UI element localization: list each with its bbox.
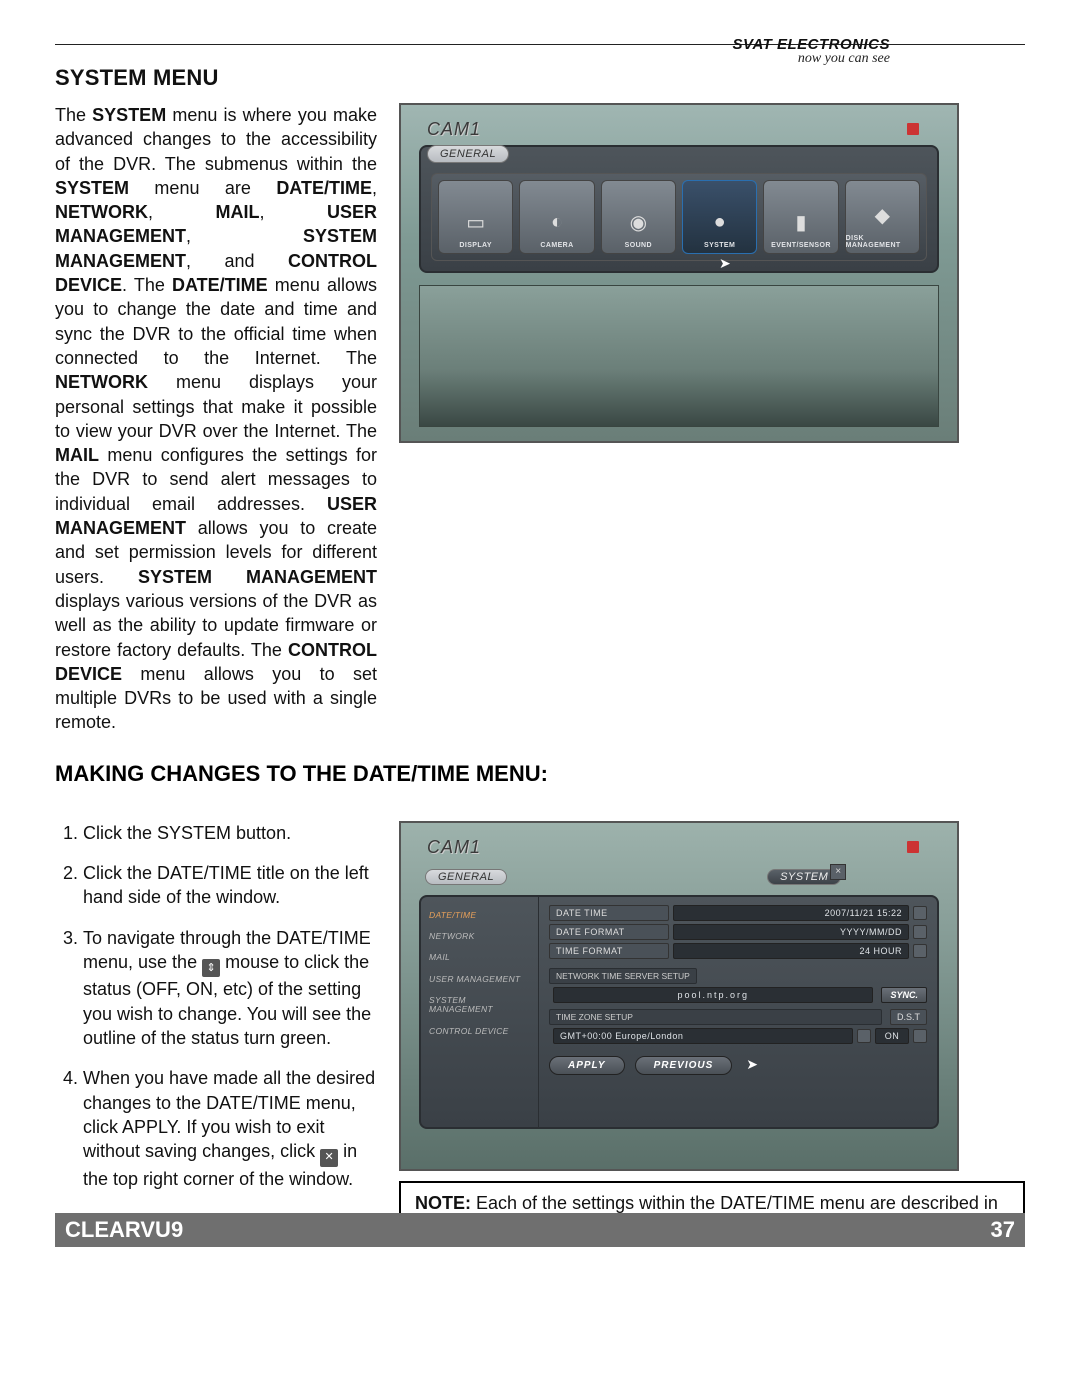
menu-icon-strip: ▭DISPLAY ◐CAMERA ◉SOUND ●SYSTEM ▮EVENT/S… <box>431 173 927 261</box>
side-item-datetime[interactable]: DATE/TIME <box>421 905 538 926</box>
camera-feed-background <box>419 285 939 427</box>
brand-tagline: now you can see <box>733 51 890 67</box>
side-item-system-mgmt[interactable]: SYSTEM MANAGEMENT <box>421 990 538 1021</box>
crumb-general[interactable]: GENERAL <box>425 869 507 885</box>
value-date-format[interactable]: YYYY/MM/DD <box>673 924 909 940</box>
menu-item-display[interactable]: ▭DISPLAY <box>438 180 513 254</box>
section-title-date-time: MAKING CHANGES TO THE DATE/TIME MENU: <box>55 761 1025 787</box>
menu-item-disk[interactable]: ◆DISK MANAGEMENT <box>845 180 920 254</box>
footer-page: 37 <box>991 1217 1015 1243</box>
steps-list: Click the SYSTEM button. Click the DATE/… <box>55 821 377 1191</box>
mouse-cursor-icon: ➤ <box>719 255 731 267</box>
screenshot-general-menu: CAM1 GENERAL ▭DISPLAY ◐CAMERA ◉SOUND ●SY… <box>399 103 1025 443</box>
header-ntp: NETWORK TIME SERVER SETUP <box>549 968 697 984</box>
row-date-time: Click the SYSTEM button. Click the DATE/… <box>55 821 1025 1247</box>
breadcrumb: GENERAL SYSTEM × <box>425 869 841 885</box>
header-timezone: TIME ZONE SETUP <box>549 1009 882 1025</box>
apply-button[interactable]: APPLY <box>549 1056 625 1075</box>
dvr-screen-2: CAM1 GENERAL SYSTEM × DATE/TIME NETWORK … <box>399 821 959 1171</box>
row-system-menu: The SYSTEM menu is where you make advanc… <box>55 103 1025 735</box>
recording-indicator-icon <box>907 123 919 135</box>
steps-column: Click the SYSTEM button. Click the DATE/… <box>55 821 377 1207</box>
dropdown-icon[interactable] <box>913 925 927 939</box>
camera-icon: ◐ <box>538 206 576 238</box>
dvr-screen-1: CAM1 GENERAL ▭DISPLAY ◐CAMERA ◉SOUND ●SY… <box>399 103 959 443</box>
step-4: When you have made all the desired chang… <box>83 1066 377 1191</box>
system-menu-paragraph: The SYSTEM menu is where you make advanc… <box>55 103 377 735</box>
menu-item-sound[interactable]: ◉SOUND <box>601 180 676 254</box>
close-icon: ✕ <box>320 1149 338 1167</box>
camera-label-2: CAM1 <box>427 837 481 858</box>
label-time-format: TIME FORMAT <box>549 943 669 959</box>
step-1: Click the SYSTEM button. <box>83 821 377 845</box>
side-item-mail[interactable]: MAIL <box>421 947 538 968</box>
step-2: Click the DATE/TIME title on the left ha… <box>83 861 377 910</box>
sync-button[interactable]: SYNC. <box>881 987 927 1003</box>
sound-icon: ◉ <box>619 206 657 238</box>
footer-model: CLEARVU9 <box>65 1217 183 1243</box>
value-dst[interactable]: ON <box>875 1028 909 1044</box>
side-item-user-mgmt[interactable]: USER MANAGEMENT <box>421 969 538 990</box>
event-icon: ▮ <box>782 206 820 238</box>
screenshot-date-time: CAM1 GENERAL SYSTEM × DATE/TIME NETWORK … <box>399 821 1025 1247</box>
value-time-format[interactable]: 24 HOUR <box>673 943 909 959</box>
brand-block: SVAT ELECTRONICS now you can see <box>733 36 890 67</box>
manual-page: SVAT ELECTRONICS now you can see SYSTEM … <box>0 0 1080 1397</box>
label-dst: D.S.T <box>890 1009 927 1025</box>
mouse-scroll-icon: ⇕ <box>202 959 220 977</box>
value-timezone[interactable]: GMT+00:00 Europe/London <box>553 1028 853 1044</box>
date-time-panel: DATE/TIME NETWORK MAIL USER MANAGEMENT S… <box>419 895 939 1129</box>
dropdown-icon[interactable] <box>913 1029 927 1043</box>
display-icon: ▭ <box>457 206 495 238</box>
mouse-cursor-icon: ➤ <box>746 1056 758 1068</box>
value-date-time[interactable]: 2007/11/21 15:22 <box>673 905 909 921</box>
disk-icon: ◆ <box>863 199 901 231</box>
recording-indicator-icon-2 <box>907 841 919 853</box>
dropdown-icon[interactable] <box>913 944 927 958</box>
camera-label: CAM1 <box>427 119 481 140</box>
side-item-network[interactable]: NETWORK <box>421 926 538 947</box>
footer-bar: CLEARVU9 37 <box>55 1213 1025 1247</box>
general-tab[interactable]: GENERAL <box>427 145 509 163</box>
label-date-time: DATE TIME <box>549 905 669 921</box>
value-ntp-server[interactable]: pool.ntp.org <box>553 987 873 1003</box>
previous-button[interactable]: PREVIOUS <box>635 1056 733 1075</box>
side-item-control-device[interactable]: CONTROL DEVICE <box>421 1021 538 1042</box>
system-icon: ● <box>701 206 739 238</box>
crumb-system[interactable]: SYSTEM × <box>767 869 841 885</box>
settings-area: DATE TIME 2007/11/21 15:22 DATE FORMAT Y… <box>539 897 937 1127</box>
menu-item-event[interactable]: ▮EVENT/SENSOR <box>763 180 838 254</box>
label-date-format: DATE FORMAT <box>549 924 669 940</box>
section-title-system-menu: SYSTEM MENU <box>55 65 1025 91</box>
button-row: APPLY PREVIOUS ➤ <box>549 1056 927 1075</box>
panel-close-icon[interactable]: × <box>830 864 846 880</box>
dropdown-icon[interactable] <box>857 1029 871 1043</box>
general-menu-panel: GENERAL ▭DISPLAY ◐CAMERA ◉SOUND ●SYSTEM … <box>419 145 939 273</box>
menu-item-camera[interactable]: ◐CAMERA <box>519 180 594 254</box>
step-3: To navigate through the DATE/TIME menu, … <box>83 926 377 1051</box>
menu-item-system[interactable]: ●SYSTEM <box>682 180 757 254</box>
side-menu: DATE/TIME NETWORK MAIL USER MANAGEMENT S… <box>421 897 539 1127</box>
dropdown-icon[interactable] <box>913 906 927 920</box>
